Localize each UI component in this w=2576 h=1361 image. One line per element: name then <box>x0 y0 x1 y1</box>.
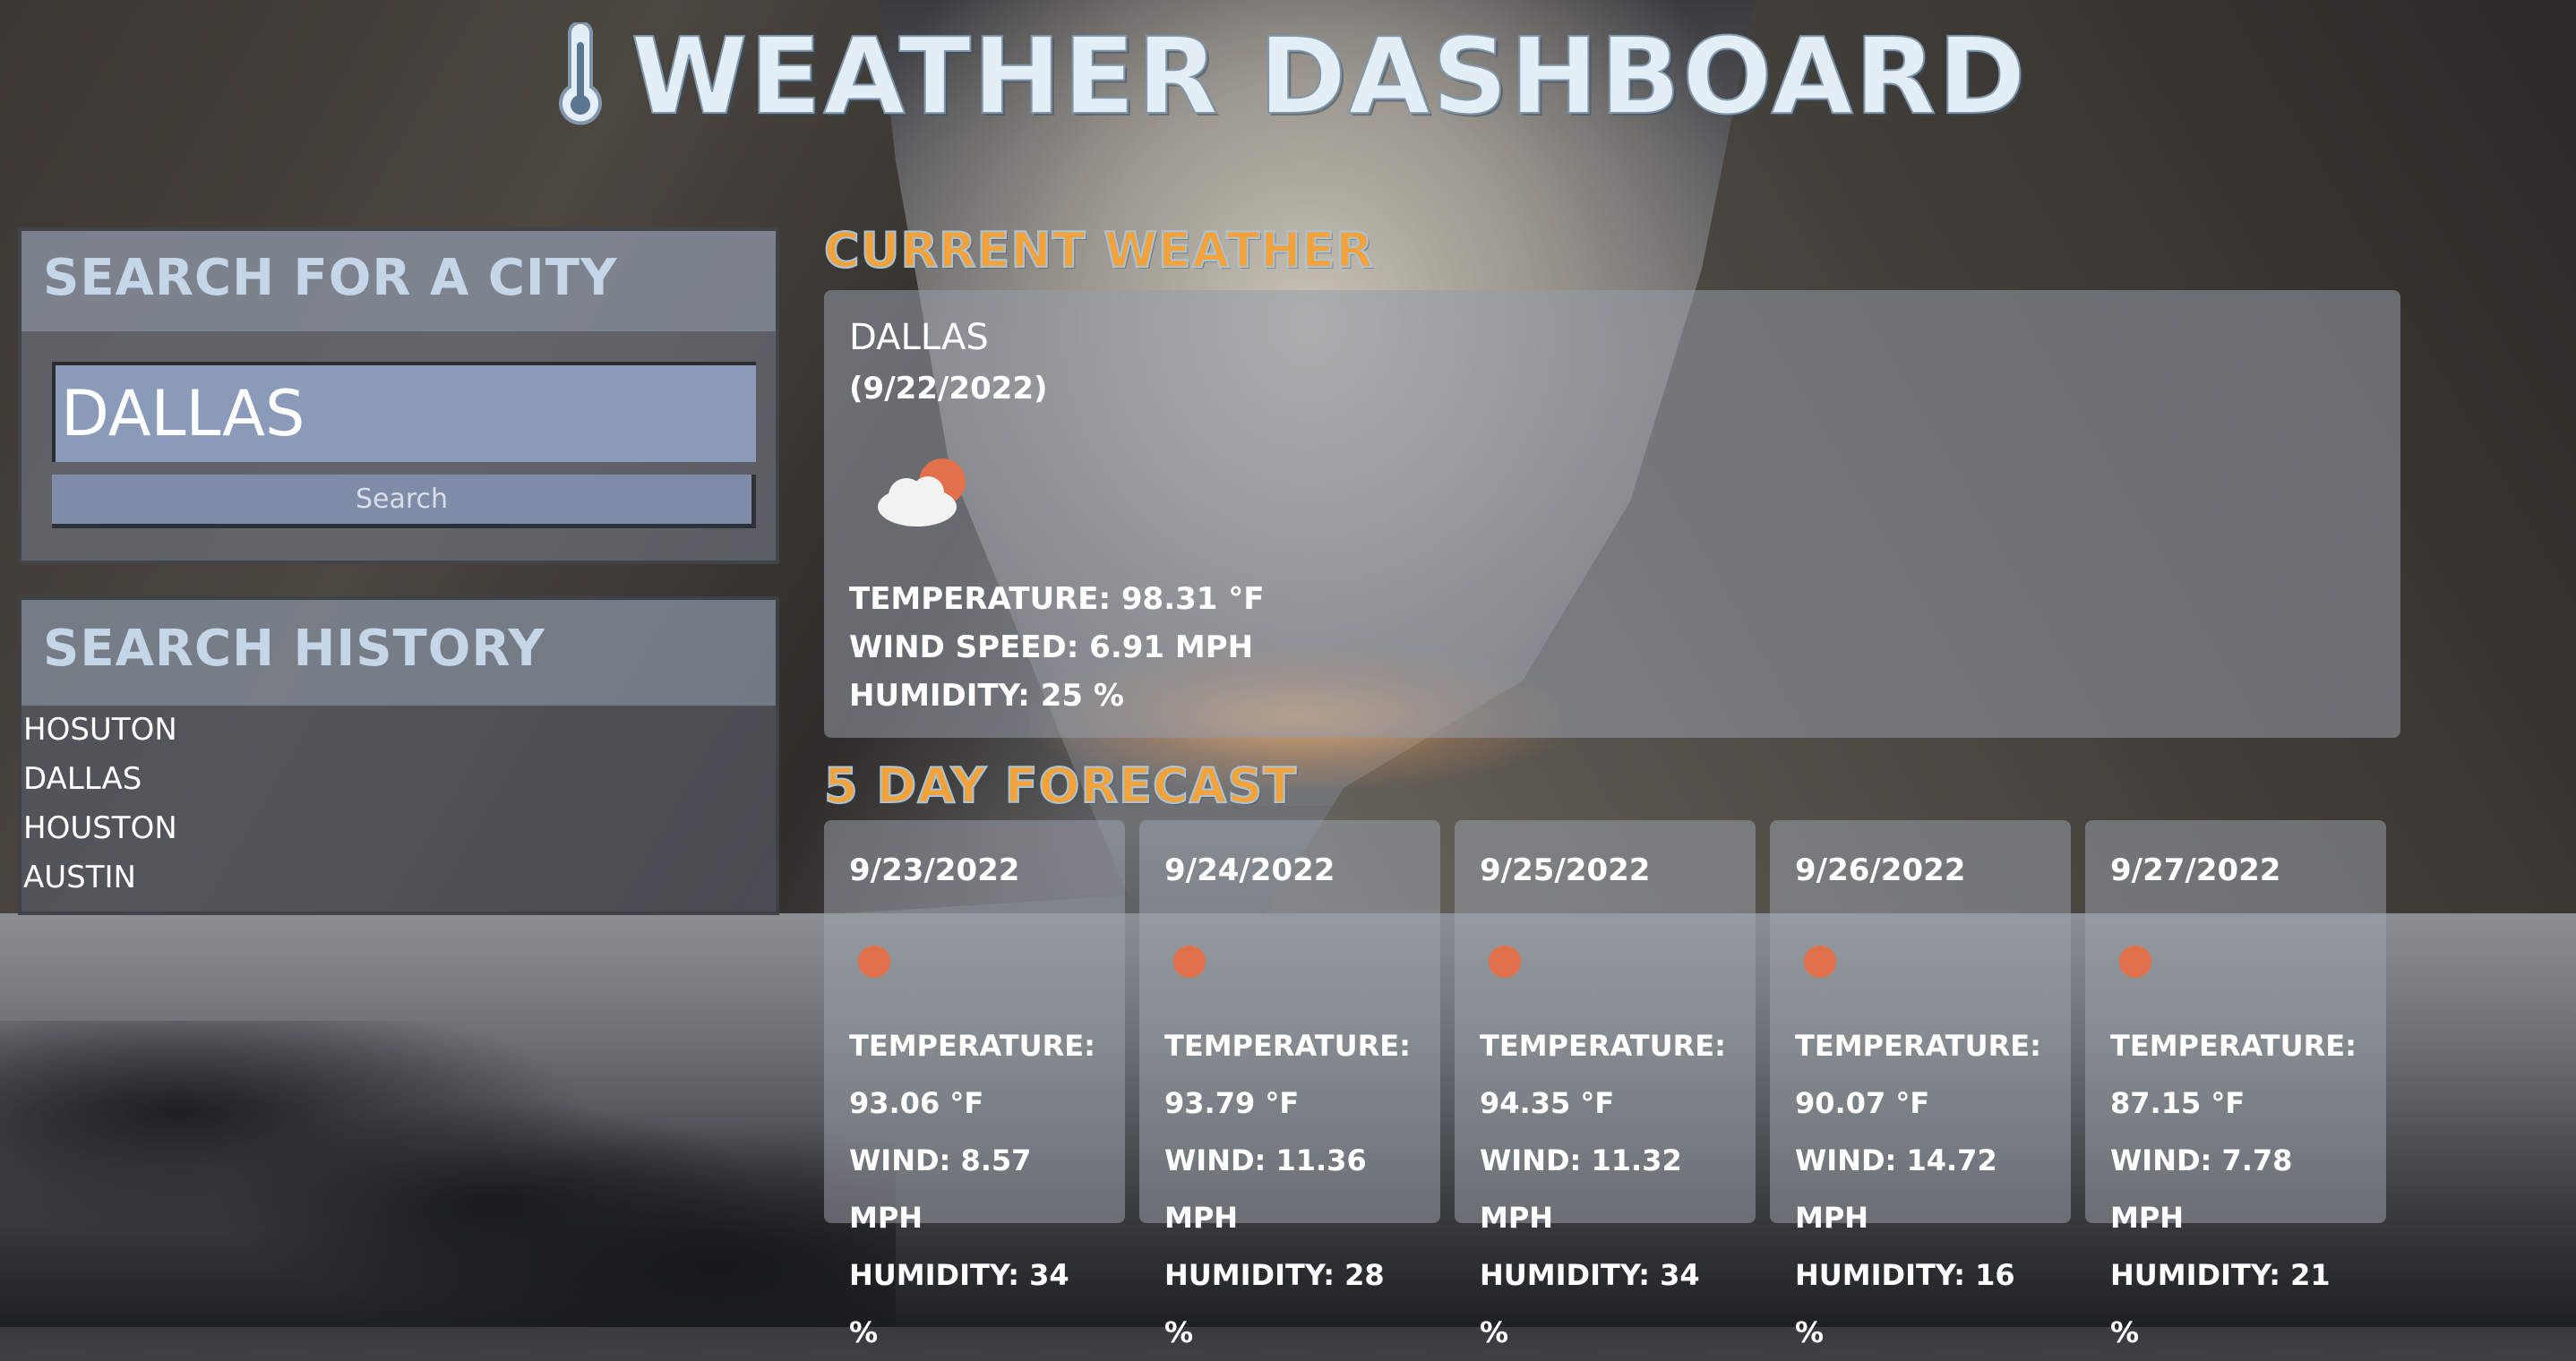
forecast-wind-unit: MPH <box>849 1201 923 1235</box>
app-title: WEATHER DASHBOARD <box>631 13 2028 139</box>
current-humidity: HUMIDITY: 25 % <box>849 678 1124 714</box>
forecast-humidity-unit: % <box>1164 1315 1194 1349</box>
forecast-date: 9/24/2022 <box>1164 852 1335 888</box>
forecast-humidity: HUMIDITY: 21 <box>2110 1258 2331 1292</box>
forecast-wind-unit: MPH <box>1164 1201 1239 1235</box>
forecast-card-day-4: 9/26/2022 TEMPERATURE: 90.07 °F WIND: 14… <box>1770 820 2071 1349</box>
forecast-humidity-unit: % <box>849 1315 879 1349</box>
forecast-temp-label: TEMPERATURE: <box>849 1029 1095 1063</box>
city-name: DALLAS <box>849 317 989 358</box>
forecast-humidity-unit: % <box>1480 1315 1509 1349</box>
sun-icon <box>1173 946 1206 978</box>
current-temperature: TEMPERATURE: 98.31 °F <box>849 581 1265 617</box>
forecast-date: 9/26/2022 <box>1795 852 1966 888</box>
forecast-temp-label: TEMPERATURE: <box>2110 1029 2357 1063</box>
search-button[interactable]: Search <box>52 475 756 528</box>
city-search-input[interactable] <box>52 362 756 462</box>
forecast-card-day-1: 9/23/2022 TEMPERATURE: 93.06 °F WIND: 8.… <box>824 820 1125 1349</box>
forecast-date: 9/23/2022 <box>849 852 1020 888</box>
forecast-humidity-unit: % <box>1795 1315 1825 1349</box>
history-heading: SEARCH HISTORY <box>21 600 776 706</box>
forecast-card-day-2: 9/24/2022 TEMPERATURE: 93.79 °F WIND: 11… <box>1139 820 1440 1349</box>
forecast-wind: WIND: 11.32 <box>1480 1143 1682 1177</box>
forecast-humidity: HUMIDITY: 34 <box>849 1258 1069 1292</box>
forecast-temp-label: TEMPERATURE: <box>1164 1029 1411 1063</box>
current-date: (9/22/2022) <box>849 371 1048 407</box>
search-heading: SEARCH FOR A CITY <box>21 231 776 331</box>
forecast-wind-unit: MPH <box>1795 1201 1869 1235</box>
forecast-wind: WIND: 11.36 <box>1164 1143 1367 1177</box>
forecast-humidity: HUMIDITY: 28 <box>1164 1258 1385 1292</box>
sun-icon <box>1804 946 1836 978</box>
history-item[interactable]: HOUSTON <box>21 804 776 853</box>
forecast-wind: WIND: 7.78 <box>2110 1143 2293 1177</box>
forecast-title: 5 DAY FORECAST <box>823 757 1298 815</box>
forecast-temp-value: 90.07 °F <box>1795 1086 1930 1120</box>
history-list: HOSUTON DALLAS HOUSTON AUSTIN <box>21 706 776 903</box>
history-item[interactable]: HOSUTON <box>21 706 776 755</box>
history-item[interactable]: DALLAS <box>21 755 776 804</box>
search-history-panel: SEARCH HISTORY HOSUTON DALLAS HOUSTON AU… <box>18 596 779 915</box>
forecast-temp-label: TEMPERATURE: <box>1795 1029 2041 1063</box>
sun-icon <box>2119 946 2151 978</box>
forecast-card-day-3: 9/25/2022 TEMPERATURE: 94.35 °F WIND: 11… <box>1455 820 1756 1349</box>
forecast-humidity: HUMIDITY: 34 <box>1480 1258 1700 1292</box>
forecast-humidity: HUMIDITY: 16 <box>1795 1258 2015 1292</box>
history-item[interactable]: AUSTIN <box>21 853 776 903</box>
forecast-date: 9/25/2022 <box>1480 852 1651 888</box>
sun-icon <box>858 946 890 978</box>
thermometer-icon <box>558 22 602 125</box>
forecast-temp-label: TEMPERATURE: <box>1480 1029 1726 1063</box>
forecast-card-day-5: 9/27/2022 TEMPERATURE: 87.15 °F WIND: 7.… <box>2085 820 2386 1349</box>
app-header: WEATHER DASHBOARD <box>0 13 2576 139</box>
forecast-temp-value: 93.79 °F <box>1164 1086 1300 1120</box>
current-wind-speed: WIND SPEED: 6.91 MPH <box>849 629 1254 665</box>
forecast-humidity-unit: % <box>2110 1315 2140 1349</box>
forecast-date: 9/27/2022 <box>2110 852 2281 888</box>
forecast-temp-value: 94.35 °F <box>1480 1086 1615 1120</box>
current-weather-card: DALLAS (9/22/2022) TEMPERATURE: 98.31 °F… <box>824 290 2400 738</box>
sun-icon <box>1489 946 1521 978</box>
forecast-temp-value: 93.06 °F <box>849 1086 984 1120</box>
forecast-wind: WIND: 8.57 <box>849 1143 1032 1177</box>
forecast-temp-value: 87.15 °F <box>2110 1086 2245 1120</box>
forecast-wind-unit: MPH <box>2110 1201 2185 1235</box>
rocks <box>0 1021 896 1327</box>
current-weather-title: CURRENT WEATHER <box>823 221 1374 279</box>
search-panel: SEARCH FOR A CITY Search <box>18 227 779 564</box>
forecast-wind-unit: MPH <box>1480 1201 1554 1235</box>
forecast-wind: WIND: 14.72 <box>1795 1143 1997 1177</box>
partly-cloudy-icon <box>878 458 966 526</box>
